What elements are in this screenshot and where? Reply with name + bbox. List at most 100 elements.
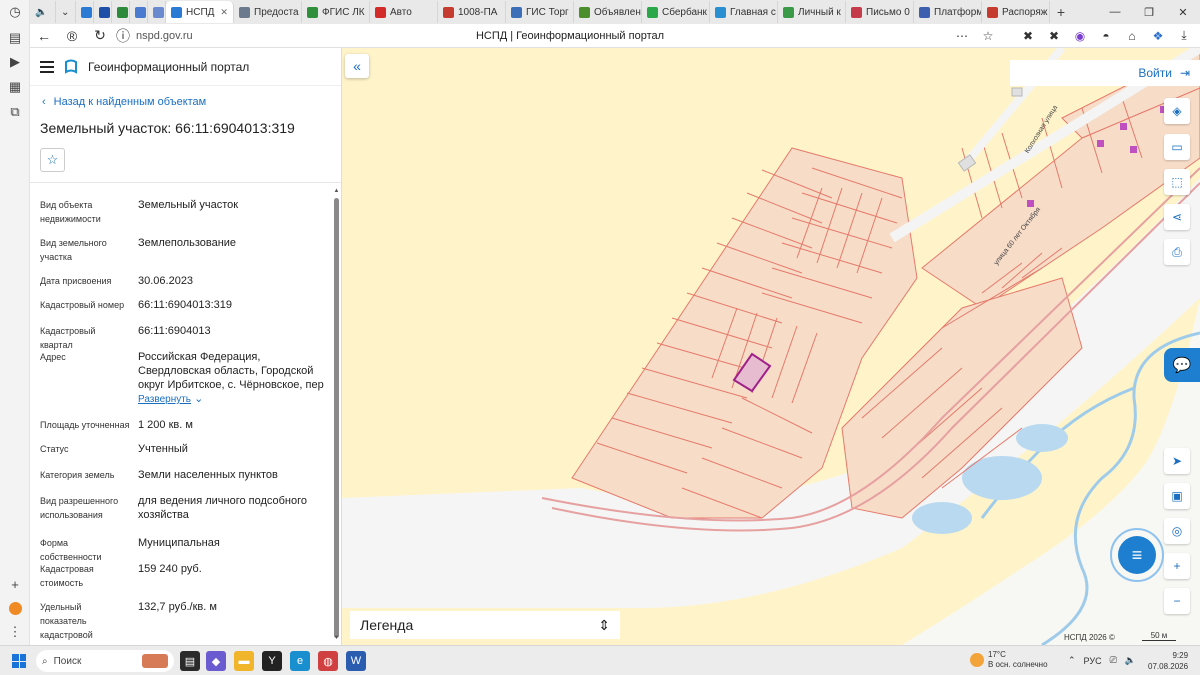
navigation-arrow-icon: ➤ — [1171, 454, 1183, 468]
windows-start-icon[interactable] — [12, 654, 26, 668]
scroll-down-icon[interactable]: ▼ — [333, 635, 340, 641]
browser-tab[interactable]: Письмо 0 — [846, 1, 914, 23]
network-icon[interactable]: ⎚ — [1110, 655, 1117, 666]
pinned-tab[interactable] — [112, 1, 130, 23]
print-button[interactable]: ⎙ — [1164, 239, 1190, 265]
browser-tab[interactable]: Авто — [370, 1, 438, 23]
legend-label: Легенда — [360, 617, 414, 633]
collapse-panel-button[interactable]: « — [345, 54, 369, 78]
reload-icon[interactable]: ↻ — [86, 27, 114, 44]
legend-toggle[interactable]: Легенда ⇕ — [350, 611, 620, 639]
property-label: Вид разрешенного использования — [40, 496, 119, 520]
tab-list-icon[interactable]: ⌄ — [56, 1, 76, 23]
media-icon[interactable]: ▶ — [5, 52, 25, 72]
browser-tab[interactable]: 1008-ПА — [438, 1, 506, 23]
task-view-icon[interactable]: ▤ — [180, 651, 200, 671]
favorite-button[interactable]: ☆ — [40, 148, 65, 172]
extension-icon[interactable]: ✖ — [1018, 27, 1038, 45]
pinned-tab[interactable] — [148, 1, 166, 23]
expand-address-link[interactable]: Развернуть — [138, 393, 191, 407]
more-icon[interactable]: ⋮ — [5, 622, 25, 642]
app-icon[interactable]: ◍ — [318, 651, 338, 671]
basemap-button[interactable]: ▣ — [1164, 483, 1190, 509]
word-icon[interactable]: W — [346, 651, 366, 671]
clock[interactable]: 9:29 07.08.2026 — [1148, 650, 1188, 672]
tab-label: ГИС Торг — [526, 6, 569, 18]
browser-tab[interactable]: Объявлен — [574, 1, 642, 23]
browser-tab[interactable]: Платформ — [914, 1, 982, 23]
portal-name[interactable]: Геоинформационный портал — [88, 60, 249, 74]
menu-icon[interactable] — [40, 60, 54, 73]
extension-icon[interactable]: ✖ — [1044, 27, 1064, 45]
extension-icon[interactable]: ◓ — [1096, 27, 1116, 45]
extension-icon[interactable]: ⌂ — [1122, 27, 1142, 45]
chat-button[interactable]: ≡ — [1118, 536, 1156, 574]
select-area-button[interactable]: ⬚ — [1164, 169, 1190, 195]
map-canvas[interactable]: Колхозная улица улица 60 лет Октября « В… — [342, 48, 1200, 645]
tab-favicon-icon — [511, 6, 522, 18]
panel-scrollbar[interactable]: ▲ ▼ — [333, 188, 340, 643]
collections-icon[interactable]: ▤ — [5, 28, 25, 48]
time: 9:29 — [1172, 651, 1189, 660]
scroll-up-icon[interactable]: ▲ — [333, 188, 340, 194]
extension-icon[interactable]: ◉ — [1070, 27, 1090, 45]
yandex-browser-icon[interactable]: Y — [262, 651, 282, 671]
bookmark-icon[interactable]: ☆ — [978, 27, 998, 45]
calendar-icon[interactable]: ▦ — [5, 77, 25, 97]
search-icon: ⌕ — [42, 655, 48, 667]
new-tab-button[interactable]: + — [1050, 4, 1072, 20]
browser-tab[interactable]: ГИС Торг — [506, 1, 574, 23]
home-icon[interactable]: ® — [58, 28, 86, 44]
scrollbar-thumb[interactable] — [334, 198, 339, 638]
browser-tab[interactable]: Сбербанк — [642, 1, 710, 23]
property-value-text: для ведения личного подсобного хозяйства — [138, 495, 308, 521]
browser-tab[interactable]: Личный к — [778, 1, 846, 23]
chevron-updown-icon: ⇕ — [598, 616, 610, 633]
property-label: Кадастровый номер — [40, 300, 125, 310]
pinned-tab[interactable] — [130, 1, 148, 23]
pinned-tab[interactable] — [94, 1, 112, 23]
share-button[interactable]: ⋖ — [1164, 204, 1190, 230]
add-icon[interactable]: + — [5, 574, 25, 594]
close-icon[interactable]: ✕ — [1166, 0, 1200, 24]
chevron-up-icon[interactable]: ⌃ — [1068, 655, 1076, 666]
assistant-tab[interactable]: 💬 — [1164, 348, 1200, 382]
edge-icon[interactable]: e — [290, 651, 310, 671]
pinned-tab[interactable] — [76, 1, 94, 23]
sound-icon[interactable]: 🔈 — [30, 1, 56, 23]
property-label: Площадь уточненная — [40, 420, 130, 430]
zoom-out-button[interactable]: − — [1164, 588, 1190, 614]
site-info-icon[interactable]: ⓘ — [114, 26, 132, 46]
chevron-down-icon[interactable]: ⌄ — [191, 393, 203, 405]
screenshot-icon[interactable]: ⧉ — [5, 102, 25, 122]
tab-favicon-icon — [375, 6, 386, 18]
browser-tab[interactable]: Распоряж — [982, 1, 1050, 23]
volume-icon[interactable]: 🔈 — [1125, 655, 1136, 666]
browser-tab[interactable]: Предоста — [234, 1, 302, 23]
browser-tab[interactable]: ФГИС ЛК — [302, 1, 370, 23]
minimize-icon[interactable]: — — [1098, 0, 1132, 24]
download-icon[interactable]: ⤓ — [1174, 27, 1194, 45]
extension-icon[interactable]: ❖ — [1148, 27, 1168, 45]
browser-tab[interactable]: НСПД ✕ — [166, 1, 234, 23]
zoom-in-button[interactable]: + — [1164, 553, 1190, 579]
extension-app-icon[interactable] — [5, 598, 25, 618]
browser-tab[interactable]: Главная с — [710, 1, 778, 23]
weather-widget[interactable]: 17°C В осн. солнечно — [970, 650, 1048, 670]
locate-button[interactable]: ➤ — [1164, 448, 1190, 474]
back-icon[interactable]: ← — [30, 28, 58, 44]
more-icon[interactable]: ⋯ — [952, 27, 972, 45]
language-indicator[interactable]: РУС — [1084, 656, 1102, 666]
maximize-icon[interactable]: ❐ — [1132, 0, 1166, 24]
taskbar-search[interactable]: ⌕ Поиск — [36, 650, 174, 672]
measure-button[interactable]: ▭ — [1164, 134, 1190, 160]
location-button[interactable]: ◎ — [1164, 518, 1190, 544]
history-icon[interactable]: ◷ — [5, 2, 25, 22]
login-button[interactable]: Войти ⇥ — [1010, 60, 1200, 86]
file-explorer-icon[interactable]: ▬ — [234, 651, 254, 671]
property-value: Земельный участок — [138, 198, 330, 212]
close-tab-icon[interactable]: ✕ — [220, 7, 228, 18]
layers-button[interactable]: ◈ — [1164, 98, 1190, 124]
back-to-results-link[interactable]: ‹ Назад к найденным объектам — [42, 96, 206, 108]
teams-icon[interactable]: ◆ — [206, 651, 226, 671]
